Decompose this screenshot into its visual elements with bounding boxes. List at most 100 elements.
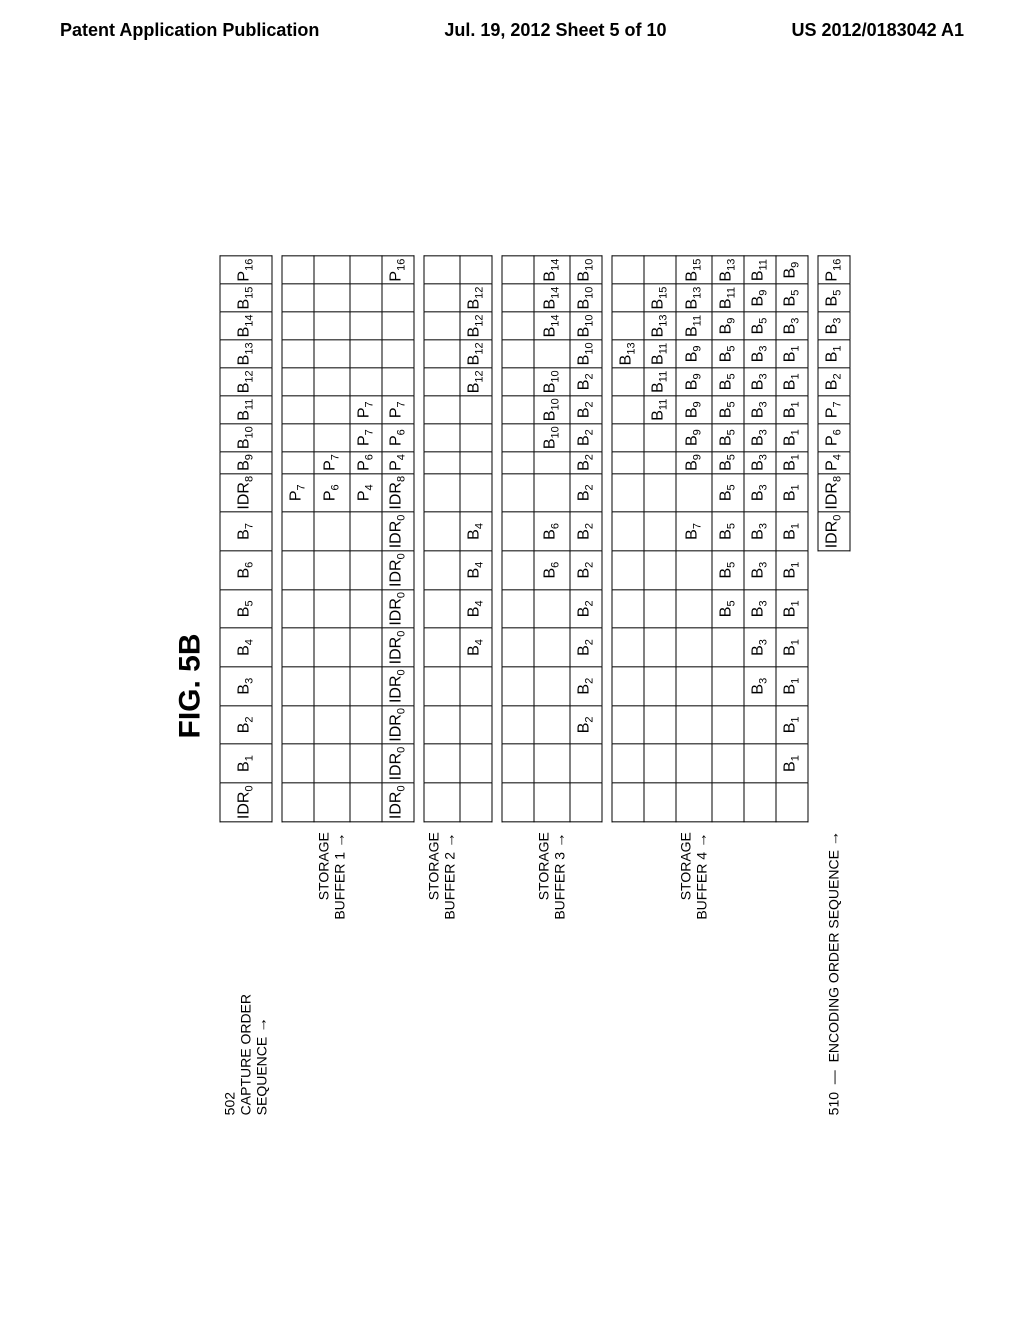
buffer-cell (612, 629, 644, 668)
buffer-cell: B1 (776, 452, 808, 474)
buffer-cell (460, 706, 492, 745)
buffer-cell: B1 (776, 629, 808, 668)
buffer-label (776, 822, 808, 1117)
table-row: STORAGEBUFFER 3 →B6B6B10B10B10B14B14B14 (534, 257, 570, 1117)
buffer-cell: B15 (644, 284, 676, 312)
buffer-cell: B11 (712, 284, 744, 312)
buffer-cell: B1 (776, 590, 808, 629)
buffer-cell (424, 667, 460, 706)
buffer-cell (460, 396, 492, 424)
table-row: P7 (282, 257, 314, 1117)
figure-rotated-container: FIG. 5B 502 CAPTURE ORDER SEQUENCE IDR0B… (174, 256, 851, 1117)
buffer-cell: B3 (744, 452, 776, 474)
buffer-cell: IDR0 (382, 551, 414, 590)
buffer-cell: B2 (570, 629, 602, 668)
buffer-cell (612, 284, 644, 312)
buffer-cell: B9 (676, 452, 712, 474)
empty-cell (818, 783, 850, 822)
buffer-cell (350, 551, 382, 590)
buffer-cell: B13 (676, 284, 712, 312)
buffer-cell (612, 512, 644, 551)
buffer-cell (570, 783, 602, 822)
buffer-cell: B10 (570, 284, 602, 312)
buffer-cell (502, 745, 534, 784)
buffer-cell: B3 (744, 551, 776, 590)
buffer-label (744, 822, 776, 1117)
buffer-cell (460, 257, 492, 285)
buffer-cell: B4 (460, 629, 492, 668)
table-row (502, 257, 534, 1117)
buffer-cell (314, 667, 350, 706)
buffer-cell (282, 783, 314, 822)
buffer-cell (676, 629, 712, 668)
table-row: B5B5B5B5B5B5B5B5B5B9B11B13 (712, 257, 744, 1117)
buffer-cell (712, 629, 744, 668)
buffer-cell: P4 (382, 452, 414, 474)
buffer-cell (314, 590, 350, 629)
buffer-cell (424, 340, 460, 368)
capture-col-16: P16 (220, 257, 272, 285)
buffer-cell (314, 706, 350, 745)
buffer-cell (502, 706, 534, 745)
buffer-label (502, 822, 534, 1117)
buffer-cell (424, 745, 460, 784)
buffer-label (712, 822, 744, 1117)
buffer-cell (314, 512, 350, 551)
capture-col-0: IDR0 (220, 783, 272, 822)
buffer-cell: B5 (712, 474, 744, 513)
table-row: STORAGEBUFFER 4 →B7B9B9B9B9B9B11B13B15 (676, 257, 712, 1117)
buffer-cell (612, 474, 644, 513)
buffer-cell: B5 (776, 284, 808, 312)
buffer-cell: B5 (712, 452, 744, 474)
buffer-cell: IDR0 (382, 512, 414, 551)
buffer-cell (644, 590, 676, 629)
buffer-cell: P6 (350, 452, 382, 474)
buffer-cell (612, 590, 644, 629)
buffer-cell (424, 706, 460, 745)
buffer-cell: B12 (460, 340, 492, 368)
buffer-label: STORAGEBUFFER 3 → (534, 822, 570, 1117)
buffer-cell (424, 551, 460, 590)
buffer-cell (502, 396, 534, 424)
encoding-order-row: 510 — ENCODING ORDER SEQUENCE IDR0IDR8P4… (818, 257, 850, 1117)
encoding-cell: P7 (818, 396, 850, 424)
header-center: Jul. 19, 2012 Sheet 5 of 10 (444, 20, 666, 41)
buffer-cell: B1 (776, 745, 808, 784)
buffer-cell (282, 745, 314, 784)
figure-label: FIG. 5B (174, 256, 208, 1117)
buffer-cell (350, 340, 382, 368)
buffer-cell: P7 (350, 396, 382, 424)
buffer-cell: B5 (712, 424, 744, 452)
buffer-cell (350, 312, 382, 340)
buffer-cell: B3 (744, 512, 776, 551)
buffer-cell: B3 (744, 340, 776, 368)
buffer-cell (314, 368, 350, 396)
buffer-cell (424, 512, 460, 551)
buffer-cell (460, 745, 492, 784)
buffer-cell: P7 (282, 474, 314, 513)
table-row: B1B1B1B1B1B1B1B1B1B1B1B1B1B3B5B9 (776, 257, 808, 1117)
buffer-cell (644, 424, 676, 452)
capture-col-3: B3 (220, 667, 272, 706)
encoding-cell: B2 (818, 368, 850, 396)
buffer-cell (534, 667, 570, 706)
buffer-label (612, 822, 644, 1117)
buffer-cell (314, 629, 350, 668)
buffer-cell: B5 (712, 512, 744, 551)
encoding-cell: P4 (818, 452, 850, 474)
buffer-cell: B7 (676, 512, 712, 551)
buffer-cell (424, 474, 460, 513)
buffer-cell: B13 (712, 257, 744, 285)
figure-table: 502 CAPTURE ORDER SEQUENCE IDR0B1B2B3B4B… (220, 256, 851, 1117)
table-row: STORAGEBUFFER 1 →P6P7 (314, 257, 350, 1117)
buffer-cell: B1 (776, 706, 808, 745)
buffer-cell (424, 590, 460, 629)
buffer-cell (314, 257, 350, 285)
capture-label-2: SEQUENCE (253, 1037, 269, 1116)
buffer-cell: B5 (712, 396, 744, 424)
storage-buffer-1: P7STORAGEBUFFER 1 →P6P7P4P6P7P7IDR0IDR0I… (282, 257, 414, 1117)
buffer-cell: B10 (570, 340, 602, 368)
buffer-cell (612, 745, 644, 784)
buffer-cell (314, 340, 350, 368)
buffer-cell (282, 340, 314, 368)
